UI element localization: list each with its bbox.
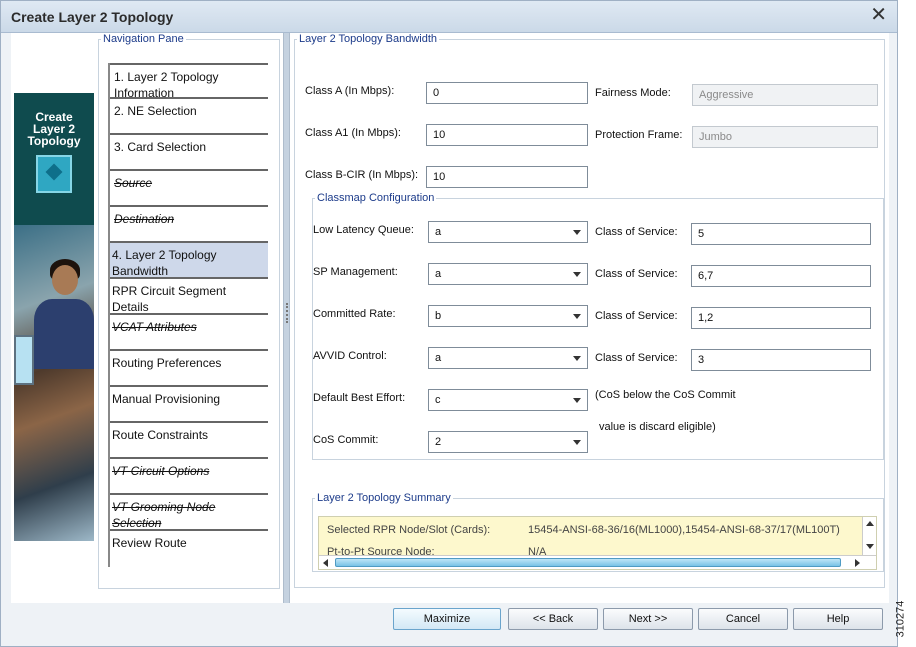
scroll-up-icon[interactable] [866,521,874,526]
window-title: Create Layer 2 Topology [11,9,174,25]
fairness-mode-field: Aggressive [692,84,878,106]
nav-item-manual-provisioning[interactable]: Manual Provisioning [110,387,268,423]
select-value: b [435,310,442,322]
nav-item-destination: Destination [110,207,268,243]
dialog-window: Create Layer 2 Topology ✕ Create Layer 2… [0,0,898,647]
class-a1-label: Class A1 (In Mbps): [305,127,401,139]
navigation-pane: Navigation Pane 1. Layer 2 Topology Info… [98,33,280,589]
cos-commit-label: CoS Commit: [313,434,379,446]
cos-commit-note-line: (CoS below the CoS Commit [595,389,736,401]
cancel-button[interactable]: Cancel [698,608,788,630]
committed-rate-label: Committed Rate: [313,308,396,320]
title-bar: Create Layer 2 Topology ✕ [1,1,897,33]
classmap-legend: Classmap Configuration [317,192,435,204]
sp-management-label: SP Management: [313,266,398,278]
summary-row-value: 15454-ANSI-68-36/16(ML1000),15454-ANSI-6… [528,524,840,536]
class-bcir-input[interactable]: 10 [426,166,588,188]
cos-commit-note-line: value is discard eligible) [599,421,716,433]
class-bcir-label: Class B-CIR (In Mbps): [305,169,419,181]
close-icon[interactable]: ✕ [870,5,887,25]
vertical-scrollbar[interactable] [862,517,876,555]
protection-frame-field: Jumbo [692,126,878,148]
chevron-down-icon[interactable] [573,398,581,403]
chevron-down-icon[interactable] [573,314,581,319]
chevron-down-icon[interactable] [573,230,581,235]
pane-splitter[interactable] [283,33,290,603]
photo-detail [34,299,94,369]
cos-label: Class of Service: [595,226,678,238]
nav-item-vt-grooming-node: VT Grooming Node Selection [110,495,268,531]
nav-item-vcat-attributes: VCAT Attributes [110,315,268,351]
avvid-control-select[interactable]: a [428,347,588,369]
figure-code: 310274 [894,595,914,645]
next-button[interactable]: Next >> [603,608,693,630]
class-a-input[interactable]: 0 [426,82,588,104]
maximize-button[interactable]: Maximize [393,608,501,630]
dialog-body: Create Layer 2 Topology Navigation Pane … [11,33,889,603]
class-a-label: Class A (In Mbps): [305,85,395,97]
scroll-down-icon[interactable] [866,544,874,549]
select-value: 2 [435,436,442,448]
sp-management-select[interactable]: a [428,263,588,285]
select-value: a [435,226,442,238]
scroll-right-icon[interactable] [855,559,860,567]
cos-label: Class of Service: [595,310,678,322]
bandwidth-panel: Layer 2 Topology Bandwidth Class A (In M… [294,33,885,588]
bandwidth-panel-legend: Layer 2 Topology Bandwidth [299,33,438,45]
nav-item-route-constraints[interactable]: Route Constraints [110,423,268,459]
summary-legend: Layer 2 Topology Summary [317,492,451,504]
nav-item-review-route[interactable]: Review Route [110,531,268,567]
low-latency-cos-input[interactable]: 5 [691,223,871,245]
wizard-banner: Create Layer 2 Topology [14,93,94,541]
nav-item-ne-selection[interactable]: 2. NE Selection [110,99,268,135]
low-latency-queue-select[interactable]: a [428,221,588,243]
help-button[interactable]: Help [793,608,883,630]
avvid-control-label: AVVID Control: [313,350,387,362]
chevron-down-icon[interactable] [573,272,581,277]
select-value: a [435,352,442,364]
committed-rate-select[interactable]: b [428,305,588,327]
banner-title: Create Layer 2 Topology [14,111,94,147]
splitter-grip-icon[interactable] [286,303,288,323]
class-a1-input[interactable]: 10 [426,124,588,146]
chevron-down-icon[interactable] [573,356,581,361]
low-latency-queue-label: Low Latency Queue: [313,224,414,236]
topology-icon [36,155,72,193]
committed-rate-cos-input[interactable]: 1,2 [691,307,871,329]
default-best-effort-label: Default Best Effort: [313,392,406,404]
banner-title-line: Topology [27,134,81,148]
back-button[interactable]: << Back [508,608,598,630]
summary-table[interactable]: Selected RPR Node/Slot (Cards): 15454-AN… [318,516,877,570]
figure-code-text: 310274 [894,600,907,638]
cos-label: Class of Service: [595,268,678,280]
classmap-panel: Classmap Configuration Low Latency Queue… [312,192,884,460]
avvid-control-cos-input[interactable]: 3 [691,349,871,371]
photo-detail [14,335,34,385]
cos-label: Class of Service: [595,352,678,364]
select-value: c [435,394,441,406]
nav-list: 1. Layer 2 Topology Information 2. NE Se… [108,63,268,567]
horizontal-scrollbar[interactable] [319,555,876,569]
nav-item-card-selection[interactable]: 3. Card Selection [110,135,268,171]
select-value: a [435,268,442,280]
nav-item-topology-bandwidth[interactable]: 4. Layer 2 Topology Bandwidth [110,243,268,279]
summary-row-label: Selected RPR Node/Slot (Cards): [327,524,491,536]
protection-frame-label: Protection Frame: [595,129,683,141]
fairness-mode-label: Fairness Mode: [595,87,671,99]
banner-photo [14,225,94,541]
nav-item-rpr-circuit-segment[interactable]: RPR Circuit Segment Details [110,279,268,315]
scrollbar-thumb[interactable] [335,558,841,567]
cos-commit-select[interactable]: 2 [428,431,588,453]
photo-detail [52,265,78,295]
sp-management-cos-input[interactable]: 6,7 [691,265,871,287]
nav-item-vt-circuit-options: VT Circuit Options [110,459,268,495]
nav-item-topology-information[interactable]: 1. Layer 2 Topology Information [110,63,268,100]
summary-panel: Layer 2 Topology Summary Selected RPR No… [312,492,884,572]
nav-item-routing-preferences[interactable]: Routing Preferences [110,351,268,387]
chevron-down-icon[interactable] [573,440,581,445]
nav-item-source: Source [110,171,268,207]
default-best-effort-select[interactable]: c [428,389,588,411]
navigation-pane-legend: Navigation Pane [103,33,184,45]
scroll-left-icon[interactable] [323,559,328,567]
